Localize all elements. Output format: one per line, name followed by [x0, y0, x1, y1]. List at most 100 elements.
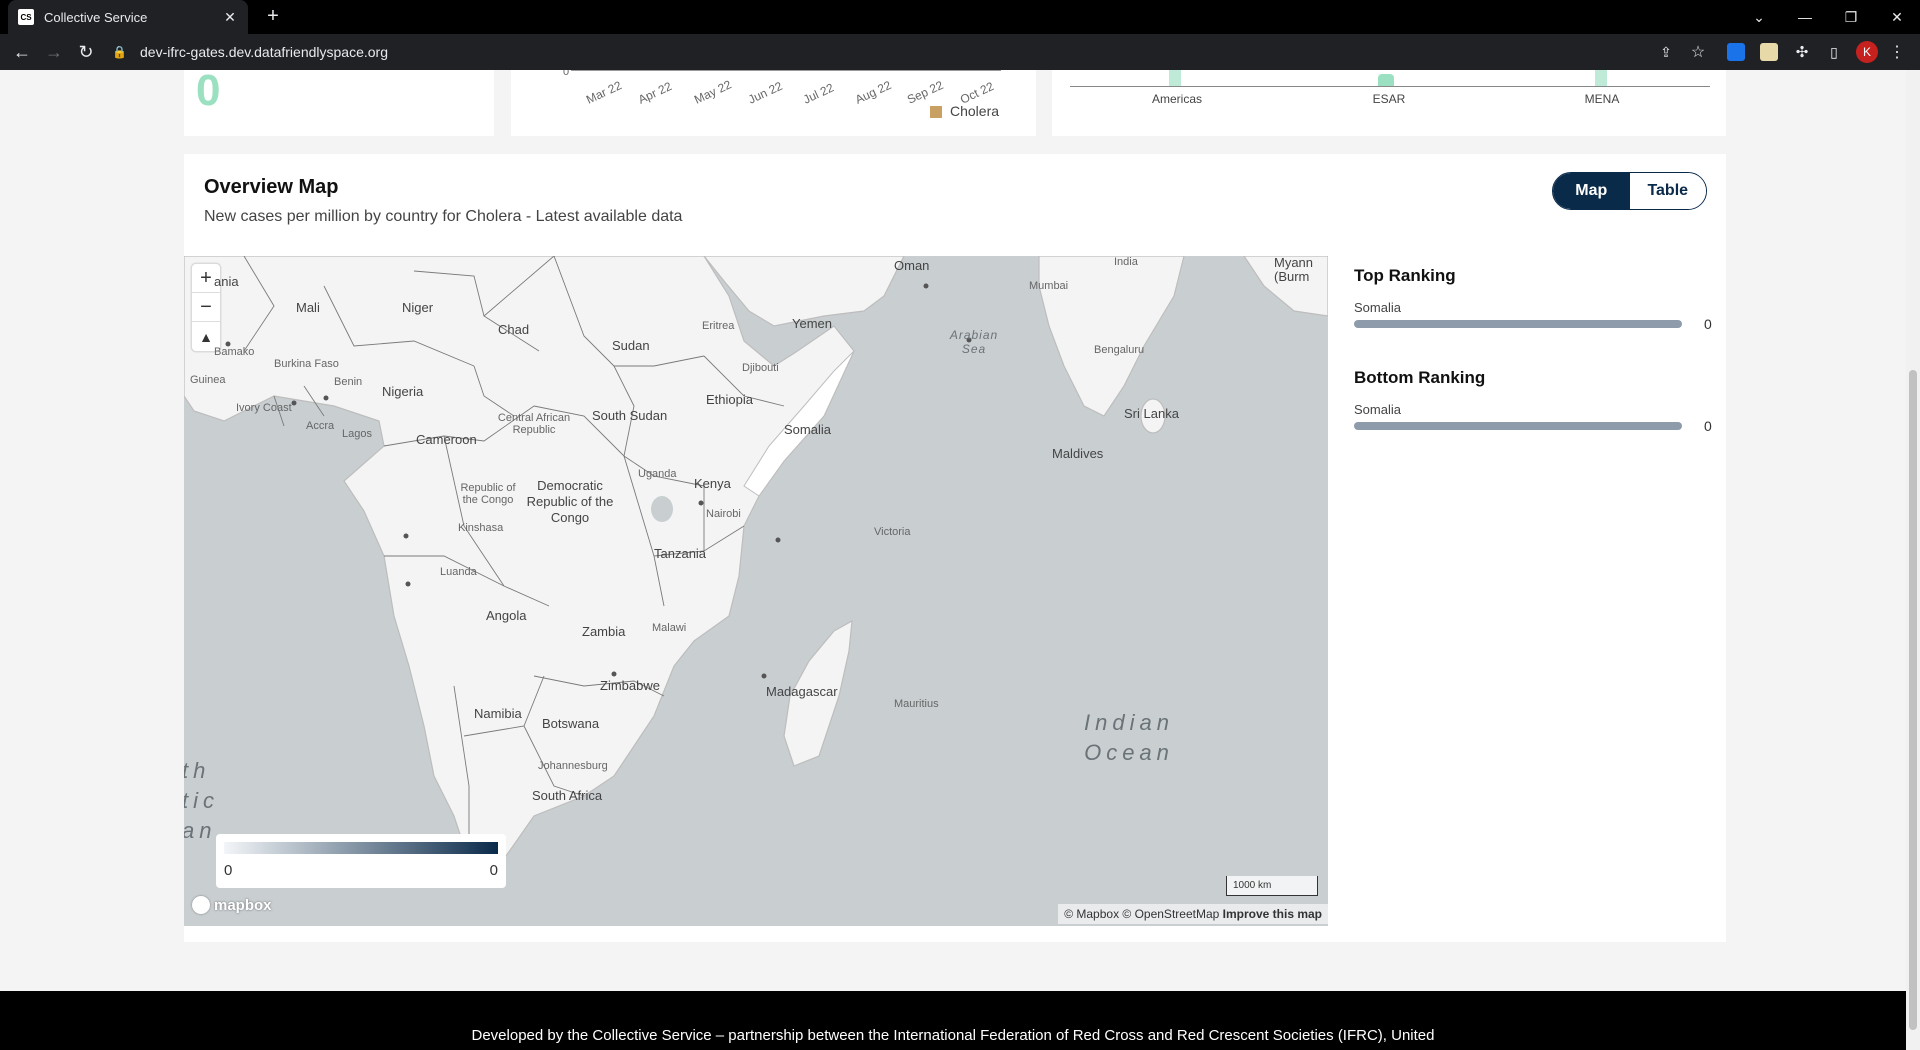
region-bar — [1378, 74, 1394, 86]
bottom-ranking-country: Somalia — [1354, 402, 1401, 417]
forward-arrow-icon[interactable]: → — [42, 40, 66, 64]
tab-search-icon[interactable]: ⌄ — [1736, 0, 1782, 34]
map-label: Bengaluru — [1094, 344, 1145, 356]
tab-bar: CS Collective Service ✕ + ⌄ — ❐ ✕ — [0, 0, 1920, 34]
map-label: Chad — [498, 322, 530, 337]
map-label: Guinea — [190, 374, 226, 386]
attribution-text[interactable]: © Mapbox © OpenStreetMap — [1064, 907, 1219, 921]
map-label: Accra — [306, 420, 335, 432]
map-label: Sudan — [612, 338, 650, 353]
minimize-button[interactable]: — — [1782, 0, 1828, 34]
region-chart-card: Americas ESAR MENA — [1052, 70, 1726, 136]
region-label: Americas — [1151, 92, 1203, 106]
menu-icon[interactable]: ⋮ — [1885, 40, 1909, 64]
close-tab-icon[interactable]: ✕ — [222, 9, 238, 26]
stat-value: 0 — [196, 70, 221, 115]
map-label: Eritrea — [702, 320, 735, 332]
improve-map-link[interactable]: Improve this map — [1223, 907, 1322, 921]
extension-icon[interactable] — [1727, 43, 1745, 61]
map-label: Democratic Republic of the Congo — [526, 478, 614, 525]
map-scale: 1000 km — [1226, 876, 1318, 896]
map-attribution: © Mapbox © OpenStreetMap Improve this ma… — [1058, 904, 1328, 924]
back-arrow-icon[interactable]: ← — [10, 40, 34, 64]
map-view-button[interactable]: Map — [1553, 173, 1630, 209]
map-label: Victoria — [874, 526, 911, 538]
avatar[interactable]: K — [1856, 41, 1878, 63]
overview-map-card: Overview Map New cases per million by co… — [184, 154, 1726, 942]
map-label: Botswana — [542, 716, 600, 731]
legend-gradient — [224, 842, 498, 854]
map-label: Oman — [894, 258, 930, 273]
url-bar[interactable]: dev-ifrc-gates.dev.datafriendlyspace.org — [110, 38, 1730, 66]
map-legend: 0 0 — [216, 834, 506, 888]
map-land-layer — [184, 256, 1328, 867]
map-label: Lagos — [342, 428, 372, 440]
legend-max-value: 0 — [489, 862, 498, 879]
map-label: Nairobi — [706, 508, 741, 520]
map-label: Indian Ocean — [1084, 710, 1174, 765]
top-ranking-country: Somalia — [1354, 300, 1401, 315]
map-label: Tanzania — [654, 546, 707, 561]
x-tick-label: Jul 22 — [801, 80, 836, 107]
map-label: ania — [214, 274, 239, 289]
chart-axis — [1070, 86, 1710, 87]
extensions-icon[interactable]: ✣ — [1790, 40, 1814, 64]
sidebar-icon[interactable]: ▯ — [1822, 40, 1846, 64]
mapbox-logo[interactable]: mapbox — [192, 896, 272, 914]
map-label: Maldives — [1052, 446, 1104, 461]
reload-icon[interactable]: ↻ — [74, 40, 98, 64]
map-label: Bamako — [214, 346, 255, 358]
y-tick-label: 0 — [563, 70, 570, 78]
extension-icon[interactable] — [1760, 43, 1778, 61]
footer: Developed by the Collective Service – pa… — [0, 991, 1906, 1050]
map-label: Myann (Burm — [1274, 256, 1314, 284]
bottom-ranking-bar — [1354, 422, 1682, 430]
map-label: Johannesburg — [538, 760, 608, 772]
map-label: Namibia — [474, 706, 522, 721]
table-view-button[interactable]: Table — [1629, 173, 1706, 209]
x-tick-label: Jun 22 — [746, 78, 785, 107]
share-icon[interactable]: ⇪ — [1654, 40, 1678, 64]
view-toggle: Map Table — [1552, 172, 1707, 210]
map-label: South Sudan — [592, 408, 668, 423]
scrollbar-thumb[interactable] — [1909, 370, 1917, 1030]
restore-button[interactable]: ❐ — [1828, 0, 1874, 34]
lake-victoria-shape — [651, 496, 673, 522]
map-label: Luanda — [440, 566, 477, 578]
x-tick-label: Apr 22 — [636, 79, 674, 107]
top-ranking-value: 0 — [1704, 316, 1712, 332]
favicon-icon: CS — [18, 9, 34, 25]
map-label: Sri Lanka — [1124, 406, 1179, 421]
map-label: Kinshasa — [458, 522, 504, 534]
legend-swatch — [930, 106, 942, 118]
region-bar — [1595, 70, 1607, 86]
section-title: Overview Map — [204, 176, 339, 198]
x-tick-label: Aug 22 — [853, 77, 894, 107]
lock-icon[interactable]: 🔒 — [112, 45, 127, 59]
map-label: Uganda — [638, 468, 677, 480]
page: 0 0 Mar 22 Apr 22 May 22 Jun 22 Jul 22 A… — [0, 70, 1906, 1050]
x-tick-label: Mar 22 — [584, 78, 624, 107]
map-label: Cameroon — [416, 432, 477, 447]
map-label: Republic of the Congo — [460, 482, 516, 506]
scrollbar[interactable] — [1906, 70, 1920, 1050]
map-label: Niger — [402, 300, 434, 315]
top-ranking-bar — [1354, 320, 1682, 328]
map-label: India — [1114, 256, 1138, 268]
tab-title: Collective Service — [44, 9, 148, 25]
browser-tab[interactable]: CS Collective Service ✕ — [8, 0, 248, 34]
stat-card: 0 — [184, 70, 494, 136]
x-tick-label: May 22 — [692, 77, 734, 107]
map-label: Ivory Coast — [236, 402, 292, 414]
map-canvas[interactable]: + − ▲ ania Mali Niger Chad Sudan Eritrea… — [184, 256, 1328, 926]
map-label: Mumbai — [1029, 280, 1069, 292]
new-tab-button[interactable]: + — [262, 6, 284, 28]
map-label: Benin — [334, 376, 363, 388]
region-bar — [1169, 70, 1181, 86]
map-label: Kenya — [694, 476, 731, 491]
star-icon[interactable]: ☆ — [1686, 40, 1710, 64]
mapbox-icon — [192, 896, 210, 914]
close-window-button[interactable]: ✕ — [1874, 0, 1920, 34]
zoom-out-button[interactable]: − — [192, 293, 220, 322]
map-label: Zimbabwe — [600, 678, 660, 693]
